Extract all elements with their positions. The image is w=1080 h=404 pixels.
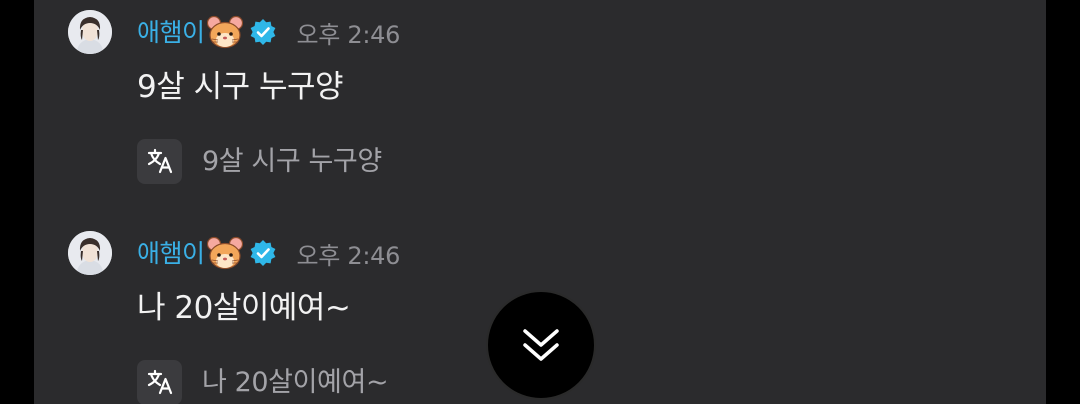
verified-badge-icon bbox=[250, 240, 275, 266]
translation-text: 나 20살이예여~ bbox=[202, 366, 389, 398]
translation-row: 9살 시구 누구양 bbox=[137, 138, 382, 184]
timestamp: 오후 2:46 bbox=[296, 20, 401, 49]
verified-badge-icon bbox=[250, 19, 275, 45]
hamster-face-icon bbox=[206, 15, 243, 49]
timestamp: 오후 2:46 bbox=[296, 241, 401, 270]
translate-icon[interactable] bbox=[137, 138, 182, 184]
double-chevron-down-icon bbox=[523, 329, 559, 361]
translation-text: 9살 시구 누구양 bbox=[202, 145, 382, 177]
author-name[interactable]: 애햄이 bbox=[137, 20, 205, 45]
message-text: 나 20살이예여~ bbox=[137, 290, 351, 326]
avatar[interactable] bbox=[68, 10, 112, 54]
scroll-to-bottom-button[interactable] bbox=[486, 290, 596, 400]
translate-icon[interactable] bbox=[137, 359, 182, 404]
author-name[interactable]: 애햄이 bbox=[137, 241, 205, 266]
translation-row: 나 20살이예여~ bbox=[137, 359, 389, 404]
avatar[interactable] bbox=[68, 231, 112, 275]
hamster-face-icon bbox=[206, 236, 243, 270]
message-text: 9살 시구 누구양 bbox=[137, 69, 344, 105]
